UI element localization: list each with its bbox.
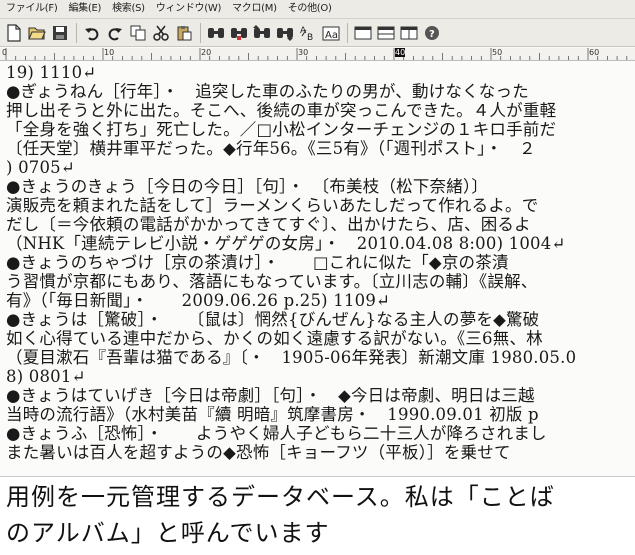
menu-search[interactable]: 検索(S): [106, 0, 150, 18]
ruler-label: 30: [298, 48, 309, 57]
copy-icon[interactable]: [128, 23, 148, 43]
undo-icon[interactable]: [82, 23, 102, 43]
menu-file[interactable]: ファイル(F): [0, 0, 62, 18]
editor-line: ●きょうは［驚破］・ 〔鼠は〕惘然{びんぜん}なる主人の夢を◆驚破: [6, 310, 540, 329]
ruler-label: 60: [589, 48, 600, 57]
help-icon[interactable]: ?: [422, 23, 442, 43]
text-editor-area[interactable]: 19) 1110↵ ●ぎょうねん［行年］・ 追突した車のふたりの男が、動けなくな…: [0, 61, 635, 476]
editor-line: ●きょうのちゃづけ［京の茶漬け］・ □これに似た「◆京の茶漬: [6, 253, 509, 272]
caption-line-1: 用例を一元管理するデータベース。私は「ことば: [6, 483, 555, 511]
char-code-icon[interactable]: AB: [298, 23, 318, 43]
toolbar-separator: [347, 22, 348, 43]
ruler-label: 40: [395, 48, 406, 57]
editor-line: 「全身を強く打ち」死亡した。／□小松インターチェンジの１キロ手前だ: [6, 120, 557, 139]
search-prev-icon[interactable]: [252, 23, 272, 43]
menu-bar: ファイル(F) 編集(E) 検索(S) ウィンドウ(W) マクロ(M) その他(…: [0, 0, 635, 19]
editor-line: 当時の流行語》（水村美苗『續 明暗』筑摩書房・ 1990.09.01 初版 p: [6, 405, 539, 424]
new-file-icon[interactable]: [4, 23, 24, 43]
open-folder-icon[interactable]: [27, 23, 47, 43]
search-replace-icon[interactable]: [229, 23, 249, 43]
editor-line: （NHK「連続テレビ小説・ゲゲゲの女房」・ 2010.04.08 8:00) 1…: [6, 234, 566, 253]
caption-line-2: のアルバム」と呼んでいます: [6, 519, 330, 547]
editor-line: 19) 1110↵: [6, 63, 97, 82]
menu-edit[interactable]: 編集(E): [62, 0, 106, 18]
svg-text:Aa: Aa: [325, 30, 338, 41]
editor-line: また暑いは百人を超すようの◆恐怖［キョーフツ（平板）］を乗せて: [6, 443, 528, 462]
window-split-icon[interactable]: [376, 23, 396, 43]
editor-line: う習慣が京都にもあり、落語にもなっています。〔立川志の輔〕《誤解、: [6, 272, 538, 291]
menu-window[interactable]: ウィンドウ(W): [150, 0, 226, 18]
ruler-label: 50: [492, 48, 503, 57]
editor-line: だし〔＝今依頼の電話がかかってきてすぐ〕、出かけたら、店、困るよ: [6, 215, 531, 234]
editor-line: 〔任天堂〕横井軍平だった。◆行年56。《三5有》（「週刊ポスト」・ ２: [6, 139, 536, 158]
editor-line: （夏目漱石『吾輩は猫である』〔・ 1905-06年発表〕新潮文庫 1980.05…: [6, 348, 577, 367]
svg-text:B: B: [307, 33, 313, 42]
editor-line: ●ぎょうねん［行年］・ 追突した車のふたりの男が、動けなくなった: [6, 82, 529, 101]
search-next-icon[interactable]: [275, 23, 295, 43]
toolbar-separator: [200, 22, 201, 43]
window-tile-icon[interactable]: [399, 23, 419, 43]
window-single-icon[interactable]: [353, 23, 373, 43]
svg-text:?: ?: [429, 29, 435, 40]
paste-icon[interactable]: [174, 23, 194, 43]
editor-window: ファイル(F) 編集(E) 検索(S) ウィンドウ(W) マクロ(M) その他(…: [0, 0, 635, 477]
ruler-ticks: [5, 48, 628, 60]
editor-line: ●きょうのきょう［今日の今日］［句］・ 〔布美枝（松下奈緒）〕: [6, 177, 489, 196]
ruler-label: 0: [2, 48, 8, 57]
search-icon[interactable]: [206, 23, 226, 43]
save-icon[interactable]: [50, 23, 70, 43]
ruler: 0 10 20 30 40 50 60: [0, 48, 635, 61]
menu-macro[interactable]: マクロ(M): [226, 0, 282, 18]
format-icon[interactable]: Aa: [321, 23, 341, 43]
editor-line: 押し出そうと外に出た。そこへ、後続の車が突っこんできた。４人が重軽: [6, 101, 557, 120]
editor-line: 有》（「毎日新聞」・ 2009.06.26 p.25) 1109↵: [6, 291, 391, 310]
editor-line: ) 0705↵: [6, 158, 75, 177]
editor-line: ●きょうはていげき［今日は帝劇］［句］・ ◆今日は帝劇、明日は三越: [6, 386, 535, 405]
editor-line: 如く心得ている連中だから、かくの如く遠慮する訳がない。《三6無、林: [6, 329, 543, 348]
toolbar-separator: [76, 22, 77, 43]
editor-line: ●きょうふ［恐怖］・ ようやく婦人子どもら二十三人が降ろされまし: [6, 424, 547, 443]
editor-line: 演販売を頼まれた話をして］ラーメンくらいあたしだって作れるよ。で: [6, 196, 539, 215]
cut-icon[interactable]: [151, 23, 171, 43]
redo-icon[interactable]: [105, 23, 125, 43]
menu-other[interactable]: その他(O): [282, 0, 337, 18]
toolbar: AB Aa ?: [0, 19, 635, 47]
ruler-label: 10: [104, 48, 115, 57]
ruler-label: 20: [201, 48, 212, 57]
editor-line: 8) 0801↵: [6, 367, 86, 386]
